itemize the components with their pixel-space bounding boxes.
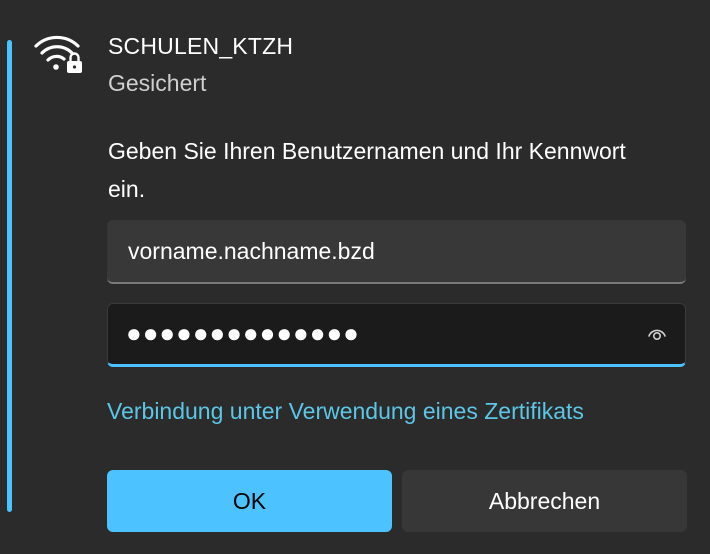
network-security-status: Gesichert — [108, 70, 207, 96]
credentials-prompt: Geben Sie Ihren Benutzernamen und Ihr Ke… — [108, 138, 626, 202]
certificate-connection-link[interactable]: Verbindung unter Verwendung eines Zertif… — [107, 398, 584, 425]
network-name: SCHULEN_KTZH — [108, 33, 294, 59]
wifi-login-panel: SCHULEN_KTZH Gesichert Geben Sie Ihren B… — [0, 0, 710, 554]
selection-accent-bar — [7, 40, 12, 512]
wifi-lock-icon — [32, 30, 86, 76]
password-field[interactable]: ●●●●●●●●●●●●●● — [107, 303, 686, 367]
username-value: vorname.nachname.bzd — [128, 238, 375, 264]
password-masked-value: ●●●●●●●●●●●●●● — [126, 318, 360, 348]
ok-button[interactable]: OK — [107, 470, 392, 532]
cancel-button[interactable]: Abbrechen — [402, 470, 687, 532]
eye-icon[interactable] — [647, 326, 667, 342]
username-field[interactable]: vorname.nachname.bzd — [107, 220, 686, 284]
